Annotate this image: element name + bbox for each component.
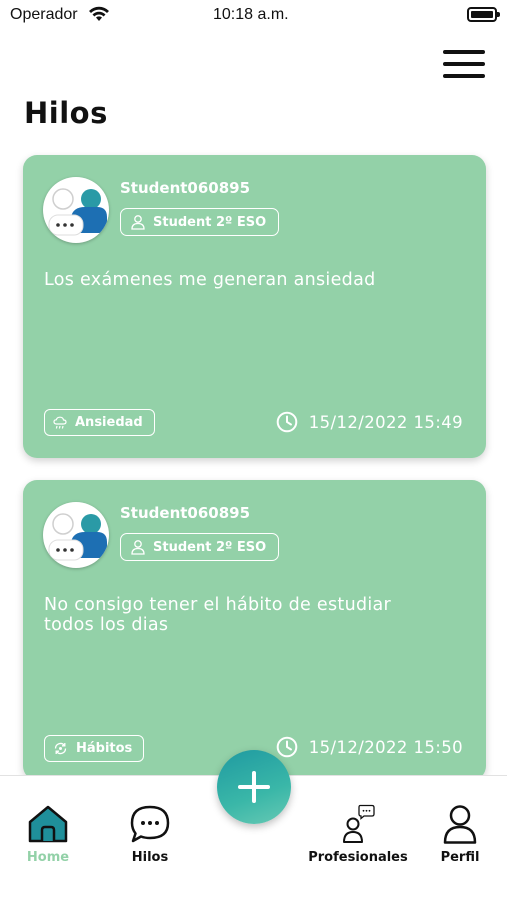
page-title: Hilos <box>24 96 108 130</box>
tag-badge[interactable]: Ansiedad <box>44 409 155 436</box>
clock: 10:18 a.m. <box>213 6 289 23</box>
person-outline-icon <box>131 214 145 230</box>
timestamp: 15/12/2022 15:50 <box>276 736 463 758</box>
nav-label-perfil: Perfil <box>440 850 480 865</box>
cloud-rain-icon <box>53 416 67 429</box>
carrier-label: Operador <box>10 6 78 23</box>
avatar <box>43 502 109 568</box>
tag-label: Hábitos <box>76 741 133 756</box>
role-label: Student 2º ESO <box>153 214 267 230</box>
nav-item-perfil[interactable]: Perfil <box>410 804 507 865</box>
timestamp: 15/12/2022 15:49 <box>276 411 463 433</box>
clock-icon <box>276 411 298 433</box>
clock-icon <box>276 736 298 758</box>
thread-title: Los exámenes me generan ansiedad <box>44 270 376 290</box>
nav-label-home: Home <box>26 850 70 865</box>
role-badge: Student 2º ESO <box>120 533 280 561</box>
nav-item-hilos[interactable]: Hilos <box>100 804 200 865</box>
habit-cycle-icon <box>54 742 67 755</box>
thread-title: No consigo tener el hábito de estudiar t… <box>44 595 392 635</box>
role-badge: Student 2º ESO <box>120 208 280 236</box>
hamburger-menu-icon[interactable] <box>440 46 488 82</box>
person-outline-icon <box>131 539 145 555</box>
nav-label-hilos: Hilos <box>131 850 169 865</box>
thread-card[interactable]: Student060895 Student 2º ESO Los exámene… <box>23 155 486 458</box>
tag-badge[interactable]: Hábitos <box>44 735 145 762</box>
nav-item-home[interactable]: Home <box>0 804 98 865</box>
thread-author: Student060895 <box>120 504 251 522</box>
timestamp-label: 15/12/2022 15:49 <box>308 412 463 432</box>
person-icon <box>443 805 477 844</box>
chat-bubble-icon <box>130 805 170 843</box>
avatar <box>43 177 109 243</box>
status-bar: Operador 10:18 a.m. <box>0 0 507 34</box>
nav-label-profesionales: Profesionales <box>308 850 408 865</box>
tag-label: Ansiedad <box>75 415 143 430</box>
professional-chat-icon <box>343 804 375 843</box>
role-label: Student 2º ESO <box>153 539 267 555</box>
timestamp-label: 15/12/2022 15:50 <box>308 737 463 757</box>
battery-icon <box>467 7 500 22</box>
home-icon <box>28 805 68 843</box>
thread-card[interactable]: Student060895 Student 2º ESO No consigo … <box>23 480 486 780</box>
wifi-icon <box>89 6 109 21</box>
thread-author: Student060895 <box>120 179 251 197</box>
new-thread-button[interactable] <box>217 750 291 824</box>
nav-item-profesionales[interactable]: Profesionales <box>308 804 408 865</box>
